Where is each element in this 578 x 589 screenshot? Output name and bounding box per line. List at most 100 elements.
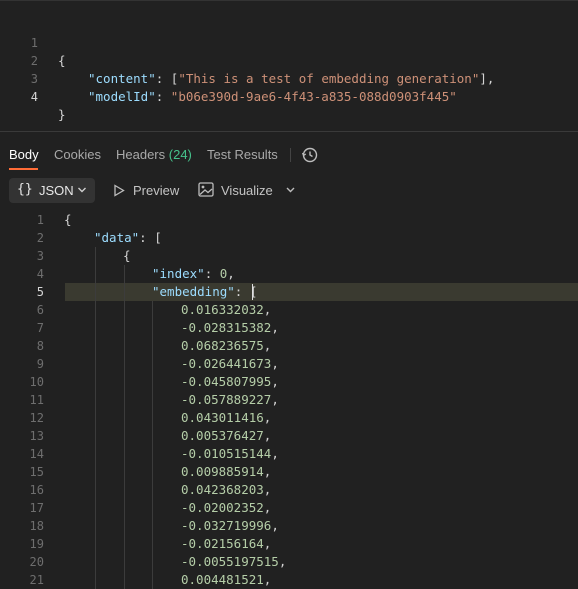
json-number: 0.068236575: [181, 338, 264, 353]
json-key: "embedding": [152, 284, 235, 299]
line-number: 21: [29, 573, 44, 587]
comma: ,: [271, 446, 279, 461]
json-key: "data": [94, 230, 140, 245]
line-number: 15: [29, 465, 44, 479]
comma: ,: [227, 266, 235, 281]
comma: ,: [271, 392, 279, 407]
tab-headers-label: Headers: [116, 147, 166, 162]
json-number: -0.02156164: [181, 536, 264, 551]
line-number: 14: [29, 447, 44, 461]
line-number: 1: [36, 213, 44, 227]
format-dropdown[interactable]: {} JSON: [9, 178, 95, 203]
visualize-button[interactable]: Visualize: [221, 183, 273, 198]
comma: ,: [278, 554, 287, 569]
line-number: 11: [29, 393, 44, 407]
line-number: 8: [36, 339, 44, 353]
line-number: 19: [29, 537, 44, 551]
colon: :: [155, 89, 164, 104]
line-number: 10: [29, 375, 44, 389]
text-cursor: [252, 284, 253, 300]
json-number: -0.02002352: [181, 500, 264, 515]
open-brace: {: [123, 248, 131, 263]
close-brace: }: [58, 107, 66, 122]
json-key: "index": [152, 266, 205, 281]
tab-headers[interactable]: Headers (24): [116, 147, 192, 162]
line-number: 12: [29, 411, 44, 425]
image-icon[interactable]: [198, 182, 214, 197]
tab-test-results[interactable]: Test Results: [207, 147, 278, 162]
response-toolbar: {} JSON Preview Visualize: [0, 176, 578, 206]
comma: ,: [263, 338, 272, 353]
json-number: 0.016332032: [181, 302, 264, 317]
comma: ,: [271, 320, 279, 335]
line-number: 9: [36, 357, 44, 371]
indent-guide: [124, 265, 125, 589]
chevron-down-icon[interactable]: [285, 185, 296, 195]
format-label: JSON: [39, 183, 74, 198]
bracket: [: [249, 284, 258, 299]
comma: ,: [263, 302, 272, 317]
comma: ,: [263, 536, 272, 551]
history-icon[interactable]: [301, 146, 319, 164]
line-number: 3: [36, 249, 44, 263]
comma: ,: [263, 572, 272, 587]
comma: ,: [271, 374, 279, 389]
json-number: -0.028315382: [181, 320, 272, 335]
app-window: 1 { 2 "content": [ "This is a test of emb…: [0, 0, 578, 589]
line-number: 4: [36, 267, 44, 281]
comma: ,: [263, 464, 272, 479]
json-number: -0.032719996: [181, 518, 272, 533]
line-number: 4: [30, 90, 38, 104]
active-tab-indicator: [9, 168, 38, 170]
comma: ,: [263, 500, 272, 515]
json-number: 0.043011416: [181, 410, 264, 425]
comma: ,: [263, 410, 272, 425]
colon: :: [155, 71, 164, 86]
line-number: 17: [29, 501, 44, 515]
json-number: -0.0055197515: [181, 554, 279, 569]
colon: :: [204, 266, 213, 281]
open-brace: {: [58, 53, 66, 68]
active-line-highlight: [65, 283, 578, 301]
line-number: 13: [29, 429, 44, 443]
bracket: ],: [479, 71, 495, 86]
line-number: 5: [36, 285, 44, 299]
json-key: "modelId": [88, 89, 156, 104]
line-number: 6: [36, 303, 44, 317]
response-body-viewer[interactable]: 1{2 "data": [3{4 "index": 0, 5 "embedding": …: [0, 210, 578, 589]
line-number: 16: [29, 483, 44, 497]
request-line-1: 1 {: [0, 16, 66, 68]
chevron-down-icon: [78, 187, 86, 193]
indent-guide: [152, 301, 153, 589]
json-number: -0.026441673: [181, 356, 272, 371]
tab-cookies[interactable]: Cookies: [54, 147, 101, 162]
divider: [290, 148, 291, 162]
open-brace: {: [64, 212, 72, 227]
tab-body[interactable]: Body: [9, 147, 39, 162]
line-number: 20: [29, 555, 44, 569]
request-line-3: 3 "modelId": "b06e390d-9ae6-4f43-a835-08…: [0, 52, 457, 104]
line-number: 2: [36, 231, 44, 245]
preview-button[interactable]: Preview: [133, 183, 179, 198]
request-body-editor[interactable]: 1 { 2 "content": ["This is a test of emb…: [0, 0, 578, 132]
line-number: 18: [29, 519, 44, 533]
play-icon[interactable]: [113, 184, 125, 197]
json-number: 0.009885914: [181, 464, 264, 479]
bracket: [: [154, 230, 162, 245]
colon: :: [234, 284, 243, 299]
json-number: -0.010515144: [181, 446, 272, 461]
comma: ,: [263, 482, 272, 497]
json-number: 0.005376427: [181, 428, 264, 443]
colon: :: [139, 230, 147, 245]
indent-guide: [95, 247, 96, 589]
json-string: "This is a test of embedding generation": [178, 71, 480, 86]
json-key: "content": [88, 71, 156, 86]
json-string: "b06e390d-9ae6-4f43-a835-088d0903f445": [170, 89, 457, 104]
json-number: 0.042368203: [181, 482, 264, 497]
comma: ,: [263, 428, 272, 443]
json-number: 0.004481521: [181, 572, 264, 587]
comma: ,: [271, 356, 279, 371]
request-line-4: 4 }: [0, 70, 66, 122]
braces-icon: {}: [17, 182, 33, 197]
json-number: -0.045807995: [181, 374, 272, 389]
